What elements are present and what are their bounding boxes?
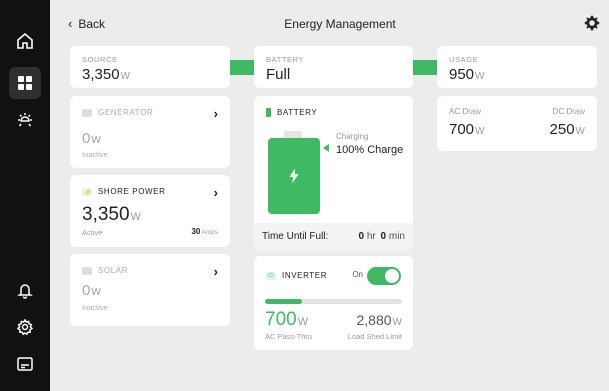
nav-alerts-button[interactable] <box>9 274 41 306</box>
inverter-load-fill <box>265 299 302 304</box>
settings-cog-icon <box>16 318 34 336</box>
usage-unit: W <box>475 71 485 82</box>
source-unit: W <box>120 71 130 82</box>
generator-unit: W <box>91 135 101 146</box>
time-hr-unit: hr <box>366 231 376 242</box>
back-button[interactable]: ‹ Back <box>68 16 105 31</box>
load-shed-unit: W <box>392 317 402 328</box>
nav-dashboard-button[interactable] <box>9 67 41 99</box>
solar-unit: W <box>91 287 101 298</box>
source-caption: SOURCE <box>82 55 118 64</box>
usage-value: 950 <box>449 66 475 83</box>
dashboard-icon <box>18 76 32 90</box>
shore-power-label: SHORE POWER <box>98 187 166 196</box>
ac-draw-unit: W <box>475 126 485 137</box>
source-value: 3,350 <box>82 66 120 83</box>
lights-icon <box>18 113 32 127</box>
battery-caption: BATTERY <box>266 55 305 64</box>
inverter-toggle[interactable] <box>367 267 401 285</box>
nav-settings-button[interactable] <box>9 311 41 343</box>
generator-status: Inactive <box>82 150 108 159</box>
inverter-load-bar <box>265 299 402 304</box>
inverter-label: INVERTER <box>282 271 328 280</box>
shore-power-icon: ⚡ <box>82 187 93 196</box>
inverter-toggle-label: On <box>352 270 363 279</box>
shore-power-amps-value: 30 <box>191 227 201 236</box>
usage-card: USAGE 950W <box>437 46 597 88</box>
nav-display-button[interactable] <box>9 348 41 380</box>
source-card: SOURCE 3,350W <box>70 46 230 88</box>
chevron-right-icon: › <box>213 264 218 279</box>
nav-lights-button[interactable] <box>9 104 41 136</box>
chevron-left-icon: ‹ <box>68 16 73 31</box>
solar-label: SOLAR <box>98 266 129 275</box>
shore-power-card[interactable]: ⚡ SHORE POWER › 3,350W Active 30Amps <box>70 175 230 247</box>
back-label: Back <box>78 16 106 31</box>
time-until-full-label: Time Until Full: <box>262 231 329 242</box>
time-min-value: 0 <box>380 231 387 242</box>
settings-gear-button[interactable] <box>584 15 600 31</box>
chevron-right-icon: › <box>213 106 218 121</box>
battery-small-icon <box>266 108 271 117</box>
battery-gauge <box>268 138 320 214</box>
shore-power-status: Active <box>82 228 103 237</box>
generator-label: GENERATOR <box>98 108 154 117</box>
shore-power-value: 3,350 <box>82 204 130 225</box>
load-shed-label: Load Shed Limit <box>347 332 402 341</box>
inverter-card[interactable]: ∅ INVERTER On 700W AC Pass-Thru 2,880W L… <box>254 256 413 350</box>
shore-power-unit: W <box>130 211 141 223</box>
time-min-unit: min <box>388 231 405 242</box>
source-battery-connector <box>230 60 254 75</box>
pass-thru-unit: W <box>297 316 309 328</box>
generator-value: 0 <box>82 130 91 147</box>
charging-arrow-icon <box>323 144 329 152</box>
chevron-right-icon: › <box>213 185 218 200</box>
lightning-bolt-icon <box>289 168 299 184</box>
nav-home-button[interactable] <box>9 25 41 57</box>
generator-icon <box>82 108 92 117</box>
usage-caption: USAGE <box>449 55 479 64</box>
load-shed-value: 2,880 <box>356 312 392 328</box>
solar-panel-icon <box>82 266 92 275</box>
inverter-icon: ∅ <box>266 271 276 280</box>
battery-status-value: Full <box>266 66 291 83</box>
generator-card[interactable]: GENERATOR › 0W Inactive <box>70 96 230 168</box>
page-title: Energy Management <box>284 17 396 31</box>
time-hr-value: 0 <box>358 231 365 242</box>
time-until-full-bar: Time Until Full: 0 hr 0 min <box>254 223 413 251</box>
solar-card[interactable]: SOLAR › 0W Inactive <box>70 254 230 326</box>
pass-thru-value: 700 <box>265 309 297 330</box>
shore-power-header: ⚡ SHORE POWER <box>82 187 166 196</box>
home-icon <box>17 32 33 49</box>
battery-state: Charging <box>336 132 369 141</box>
dc-draw-value: 250 <box>549 121 575 138</box>
battery-detail-header: BATTERY <box>266 108 317 117</box>
display-icon <box>17 357 33 371</box>
nav-rail <box>0 0 50 391</box>
bell-icon <box>17 284 33 299</box>
solar-status: Inactive <box>82 303 108 312</box>
dc-draw-label: DC Draw <box>552 107 585 116</box>
battery-detail-label: BATTERY <box>277 108 318 117</box>
generator-header: GENERATOR <box>82 108 153 117</box>
shore-power-amps-unit: Amps <box>201 229 218 236</box>
battery-charge-text: 100% Charge <box>336 144 404 156</box>
battery-usage-connector <box>413 60 437 75</box>
solar-value: 0 <box>82 282 91 299</box>
battery-terminal <box>284 131 302 138</box>
pass-thru-label: AC Pass-Thru <box>265 332 313 341</box>
dc-draw-unit: W <box>575 126 585 137</box>
inverter-header: ∅ INVERTER <box>266 271 327 280</box>
ac-draw-label: AC Draw <box>449 107 482 116</box>
ac-draw-value: 700 <box>449 121 475 138</box>
battery-detail-card[interactable]: BATTERY Charging 100% Charge Time Until … <box>254 96 413 251</box>
gear-icon <box>584 15 600 31</box>
battery-status-card: BATTERY Full <box>254 46 413 88</box>
draw-card: AC Draw 700W DC Draw 250W <box>437 96 597 151</box>
solar-header: SOLAR <box>82 266 128 275</box>
